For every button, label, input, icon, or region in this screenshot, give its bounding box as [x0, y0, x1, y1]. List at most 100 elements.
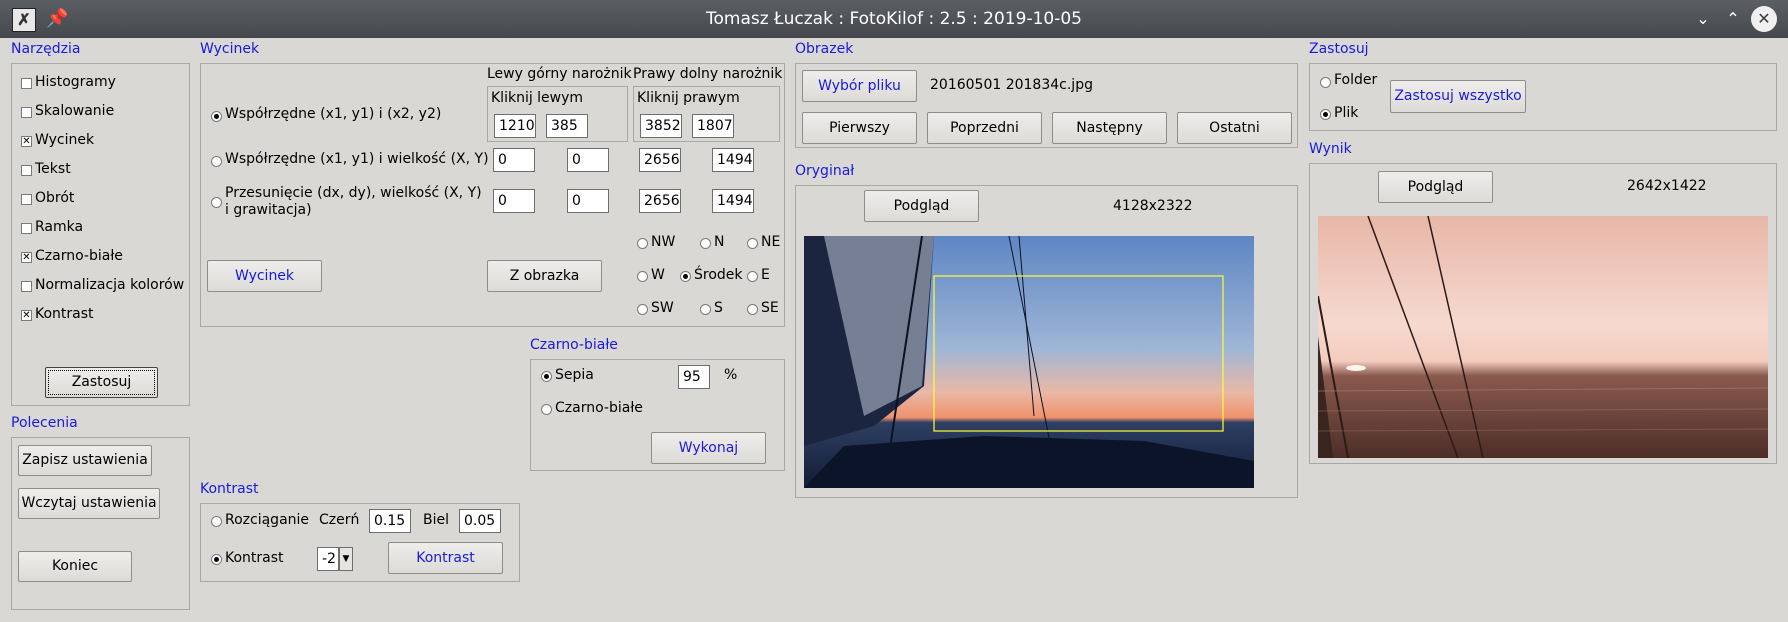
polecenia-group: Zapisz ustawienia Wczytaj ustawienia Kon… [11, 437, 190, 610]
gravity-n-label: N [714, 234, 725, 250]
gravity-w-radio[interactable] [637, 271, 648, 282]
load-settings-button[interactable]: Wczytaj ustawienia [18, 488, 160, 519]
x1-input[interactable]: 1210 [494, 114, 536, 138]
gravity-nw-radio[interactable] [637, 238, 648, 249]
close-icon[interactable]: ✕ [1751, 6, 1777, 32]
polecenia-title: Polecenia [11, 415, 78, 431]
dx-input[interactable]: 0 [493, 189, 535, 213]
last-button[interactable]: Ostatni [1177, 112, 1292, 144]
gravity-n-radio[interactable] [700, 238, 711, 249]
gravity-w-label: W [651, 267, 665, 283]
title-bar: ✗ 📌 Tomasz Łuczak : FotoKilof : 2.5 : 20… [0, 0, 1788, 38]
folder-radio[interactable] [1320, 77, 1331, 88]
height-size-input[interactable]: 1494 [712, 148, 754, 172]
result-photo-svg [1318, 216, 1768, 458]
minimize-icon[interactable]: ⌄ [1690, 6, 1716, 32]
wynik-group: Podgląd 2642x1422 [1309, 163, 1777, 464]
tool-checkbox-0[interactable] [21, 78, 32, 89]
contrast-select[interactable]: -2 [317, 547, 339, 571]
stretch-radio[interactable] [211, 516, 222, 527]
chevron-down-icon[interactable]: ▼ [339, 547, 353, 571]
crop-mode-coords-radio[interactable] [211, 111, 222, 122]
original-preview-button[interactable]: Podgląd [864, 190, 979, 222]
crop-button[interactable]: Wycinek [207, 260, 322, 292]
y1-size-input[interactable]: 0 [567, 148, 609, 172]
run-bw-button[interactable]: Wykonaj [651, 432, 766, 464]
tool-label-7: Normalizacja kolorów [35, 277, 185, 293]
czarnobiale-group: Sepia 95 % Czarno-białe Wykonaj [530, 359, 785, 471]
stretch-label: Rozciąganie [225, 512, 310, 528]
contrast-label: Kontrast [225, 550, 284, 566]
crop-mode-size-radio[interactable] [211, 156, 222, 167]
kontrast-group: Rozciąganie Czerń 0.15 Biel 0.05 Kontras… [200, 503, 520, 582]
white-input[interactable]: 0.05 [459, 509, 501, 533]
dy-input[interactable]: 0 [567, 189, 609, 213]
apply-tools-button[interactable]: Zastosuj [45, 367, 158, 398]
oryginal-title: Oryginał [795, 163, 855, 179]
tool-checkbox-2[interactable]: ✕ [21, 136, 32, 147]
tool-checkbox-5[interactable] [21, 223, 32, 234]
window-title: Tomasz Łuczak : FotoKilof : 2.5 : 2019-1… [706, 9, 1082, 29]
tool-checkbox-6[interactable]: ✕ [21, 252, 32, 263]
crop-mode-gravity-label-2: i grawitacja) [225, 202, 312, 218]
black-input[interactable]: 0.15 [369, 509, 411, 533]
white-label: Biel [423, 512, 449, 528]
save-settings-button[interactable]: Zapisz ustawienia [18, 445, 152, 476]
folder-label: Folder [1334, 72, 1378, 88]
x1-size-input[interactable]: 0 [493, 148, 535, 172]
sepia-radio[interactable] [541, 371, 552, 382]
tool-checkbox-8[interactable]: ✕ [21, 310, 32, 321]
obrazek-title: Obrazek [795, 41, 854, 57]
choose-file-button[interactable]: Wybór pliku [802, 70, 917, 102]
apply-all-button[interactable]: Zastosuj wszystko [1390, 80, 1526, 113]
width-size-input[interactable]: 2656 [639, 148, 681, 172]
gravity-se-radio[interactable] [747, 304, 758, 315]
tool-label-1: Skalowanie [35, 103, 115, 119]
contrast-radio[interactable] [211, 554, 222, 565]
crop-mode-gravity-label-1: Przesunięcie (dx, dy), wielkość (X, Y) [225, 185, 482, 201]
tool-label-8: Kontrast [35, 306, 94, 322]
y1-input[interactable]: 385 [546, 114, 588, 138]
tool-checkbox-3[interactable] [21, 165, 32, 176]
bw-label: Czarno-białe [555, 400, 643, 416]
gravity-center-radio[interactable] [680, 271, 691, 282]
result-image[interactable] [1318, 216, 1768, 458]
original-image[interactable] [804, 236, 1254, 488]
gravity-sw-radio[interactable] [637, 304, 648, 315]
x2-input[interactable]: 3852 [640, 114, 682, 138]
tool-checkbox-1[interactable] [21, 107, 32, 118]
zastosuj-group: Folder Plik Zastosuj wszystko [1309, 63, 1777, 131]
gravity-ne-radio[interactable] [747, 238, 758, 249]
gravity-height-input[interactable]: 1494 [712, 189, 754, 213]
crop-mode-coords-label: Współrzędne (x1, y1) i (x2, y2) [225, 106, 442, 122]
gravity-width-input[interactable]: 2656 [639, 189, 681, 213]
maximize-icon[interactable]: ⌃ [1720, 6, 1746, 32]
bw-radio[interactable] [541, 404, 552, 415]
from-image-button[interactable]: Z obrazka [487, 260, 602, 292]
result-size-label: 2642x1422 [1627, 178, 1707, 194]
y2-input[interactable]: 1807 [692, 114, 734, 138]
tool-checkbox-4[interactable] [21, 194, 32, 205]
wycinek-title: Wycinek [200, 41, 260, 57]
gravity-center-label: Środek [694, 267, 743, 283]
original-size-label: 4128x2322 [1113, 198, 1193, 214]
next-button[interactable]: Następny [1052, 112, 1167, 144]
tool-label-6: Czarno-białe [35, 248, 123, 264]
click-right-label: Kliknij prawym [637, 90, 740, 106]
tool-label-3: Tekst [35, 161, 71, 177]
exit-button[interactable]: Koniec [18, 551, 132, 582]
previous-button[interactable]: Poprzedni [927, 112, 1042, 144]
tool-label-4: Obrót [35, 190, 75, 206]
first-button[interactable]: Pierwszy [802, 112, 917, 144]
gravity-e-radio[interactable] [747, 271, 758, 282]
result-preview-button[interactable]: Podgląd [1378, 171, 1493, 203]
file-radio[interactable] [1320, 109, 1331, 120]
contrast-button[interactable]: Kontrast [388, 542, 503, 574]
crop-mode-gravity-radio[interactable] [211, 197, 222, 208]
sepia-value-input[interactable]: 95 [678, 365, 710, 389]
gravity-s-label: S [714, 300, 723, 316]
gravity-s-radio[interactable] [700, 304, 711, 315]
black-label: Czerń [319, 512, 360, 528]
tool-checkbox-7[interactable] [21, 281, 32, 292]
gravity-se-label: SE [761, 300, 779, 316]
